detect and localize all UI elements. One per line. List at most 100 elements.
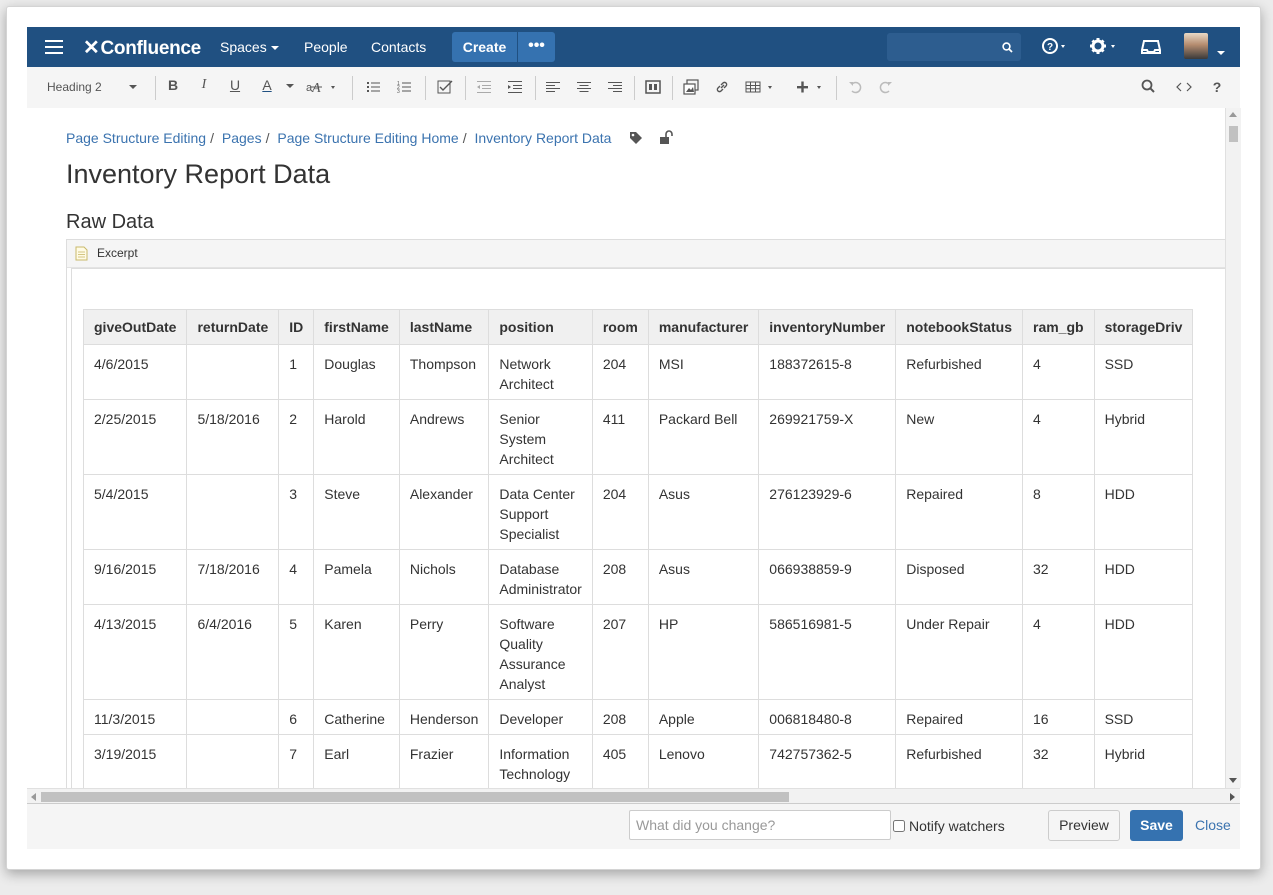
horizontal-scroll-thumb[interactable] — [41, 792, 789, 802]
table-row[interactable]: 5/4/2015 3 Steve Alexander Data Center Suppor… — [82, 474, 1194, 550]
more-formatting-button[interactable]: aA — [305, 77, 339, 97]
column-header-firstname[interactable]: firstName — [313, 309, 400, 345]
table-cell[interactable] — [186, 474, 280, 550]
excerpt-macro[interactable]: Excerpt giveOutDate returnDate ID firstName… — [66, 239, 1225, 788]
table-cell[interactable]: 208 — [591, 549, 649, 605]
table-row[interactable]: 3/19/2015 7 Earl Frazier Information Technolo… — [82, 734, 1194, 788]
breadcrumb-link[interactable]: Inventory Report Data — [474, 130, 611, 146]
section-heading[interactable]: Raw Data — [66, 211, 154, 234]
find-replace-button[interactable] — [1139, 77, 1159, 97]
table-cell[interactable]: Apple — [647, 699, 760, 735]
table-cell[interactable]: Lenovo — [647, 734, 760, 788]
restrictions-button[interactable] — [659, 130, 674, 148]
table-cell[interactable]: 204 — [591, 344, 649, 400]
table-cell[interactable]: New — [895, 399, 1023, 475]
table-cell[interactable] — [186, 734, 280, 788]
table-cell[interactable]: InformationTechnologyDirector — [488, 734, 593, 788]
table-cell[interactable]: Hybrid — [1093, 399, 1194, 475]
table-cell[interactable]: Nichols — [398, 549, 490, 605]
table-cell[interactable]: SSD — [1093, 699, 1194, 735]
breadcrumb-link[interactable]: Pages — [222, 130, 262, 146]
scroll-right-arrow-icon[interactable] — [1230, 793, 1235, 801]
table-cell[interactable]: 6 — [278, 699, 315, 735]
table-cell[interactable]: HDD — [1093, 604, 1194, 700]
table-cell[interactable]: MSI — [647, 344, 760, 400]
column-header-position[interactable]: position — [488, 309, 593, 345]
table-cell[interactable]: 32 — [1022, 549, 1095, 605]
align-center-button[interactable] — [574, 77, 594, 97]
table-cell[interactable]: 32 — [1022, 734, 1095, 788]
table-cell[interactable]: 207 — [591, 604, 649, 700]
table-cell[interactable]: Earl — [313, 734, 400, 788]
table-cell[interactable]: Repaired — [895, 474, 1023, 550]
table-cell[interactable]: Under Repair — [895, 604, 1023, 700]
task-list-button[interactable] — [435, 77, 455, 97]
help-menu[interactable]: ? — [1042, 38, 1070, 61]
text-color-dropdown[interactable] — [285, 77, 295, 97]
numbered-list-button[interactable]: 123 — [395, 77, 415, 97]
column-header-lastname[interactable]: lastName — [398, 309, 490, 345]
table-cell[interactable]: 405 — [591, 734, 649, 788]
scroll-up-arrow-icon[interactable] — [1229, 112, 1237, 117]
text-color-button[interactable]: A — [259, 77, 275, 97]
create-button[interactable]: Create — [452, 32, 517, 62]
table-cell[interactable]: Douglas — [313, 344, 400, 400]
paragraph-style-select[interactable]: Heading 2 — [47, 80, 147, 100]
insert-link-button[interactable] — [712, 77, 732, 97]
table-cell[interactable]: 208 — [591, 699, 649, 735]
table-cell[interactable]: Senior System Architect — [488, 399, 593, 475]
table-cell[interactable]: 006818480-8 — [758, 699, 897, 735]
keyboard-help-button[interactable]: ? — [1209, 77, 1225, 97]
horizontal-scrollbar[interactable] — [27, 788, 1240, 804]
table-cell[interactable]: Hybrid — [1093, 734, 1194, 788]
table-cell[interactable]: Packard Bell — [647, 399, 760, 475]
table-cell[interactable]: Catherine — [313, 699, 400, 735]
table-cell[interactable]: 742757362-5 — [758, 734, 897, 788]
table-cell[interactable]: Andrews — [398, 399, 490, 475]
breadcrumb-link[interactable]: Page Structure Editing — [66, 130, 206, 146]
bullet-list-button[interactable] — [364, 77, 384, 97]
create-more-button[interactable]: ••• — [518, 32, 555, 62]
notify-watchers-checkbox[interactable]: Notify watchers — [893, 818, 1005, 834]
table-cell[interactable]: HDD — [1093, 474, 1194, 550]
table-cell[interactable]: Frazier — [398, 734, 490, 788]
table-cell[interactable]: HDD — [1093, 549, 1194, 605]
table-cell[interactable]: Perry — [398, 604, 490, 700]
inventory-table[interactable]: giveOutDate returnDate ID firstName lastName… — [82, 309, 1194, 788]
insert-more-button[interactable] — [793, 77, 829, 97]
column-header-notebookstatus[interactable]: notebookStatus — [895, 309, 1023, 345]
table-cell[interactable]: 9/16/2015 — [82, 549, 188, 605]
column-header-manufacturer[interactable]: manufacturer — [647, 309, 760, 345]
vertical-scrollbar[interactable] — [1225, 108, 1241, 788]
table-cell[interactable]: Asus — [647, 549, 760, 605]
table-cell[interactable]: 11/3/2015 — [82, 699, 188, 735]
table-row[interactable]: 4/13/2015 6/4/2016 5 Karen Perry Software Qual… — [82, 604, 1194, 700]
column-header-room[interactable]: room — [591, 309, 649, 345]
table-cell[interactable]: Network Architect — [488, 344, 593, 400]
table-cell[interactable]: 2/25/2015 — [82, 399, 188, 475]
column-header-inventorynumber[interactable]: inventoryNumber — [758, 309, 897, 345]
table-cell[interactable]: Software Quality Assurance Analyst — [488, 604, 593, 700]
table-cell[interactable]: 204 — [591, 474, 649, 550]
table-cell[interactable]: 16 — [1022, 699, 1095, 735]
table-cell[interactable]: 066938859-9 — [758, 549, 897, 605]
table-cell[interactable]: Disposed — [895, 549, 1023, 605]
table-cell[interactable]: Alexander — [398, 474, 490, 550]
table-cell[interactable]: 3/19/2015 — [82, 734, 188, 788]
outdent-button[interactable] — [474, 77, 494, 97]
search-input[interactable] — [887, 33, 1021, 61]
table-cell[interactable]: 276123929-6 — [758, 474, 897, 550]
align-right-button[interactable] — [605, 77, 625, 97]
preview-button[interactable]: Preview — [1048, 810, 1120, 841]
table-cell[interactable]: Thompson — [398, 344, 490, 400]
table-cell[interactable]: Developer — [488, 699, 593, 735]
align-left-button[interactable] — [543, 77, 563, 97]
table-cell[interactable]: 269921759-X — [758, 399, 897, 475]
column-header-ram_gb[interactable]: ram_gb — [1022, 309, 1095, 345]
table-cell[interactable]: SSD — [1093, 344, 1194, 400]
table-row[interactable]: 9/16/2015 7/18/2016 4 Pamela Nichols Database… — [82, 549, 1194, 605]
table-cell[interactable]: 4/13/2015 — [82, 604, 188, 700]
vertical-scroll-thumb[interactable] — [1229, 126, 1238, 142]
insert-table-button[interactable] — [743, 77, 779, 97]
table-cell[interactable]: 2 — [278, 399, 315, 475]
